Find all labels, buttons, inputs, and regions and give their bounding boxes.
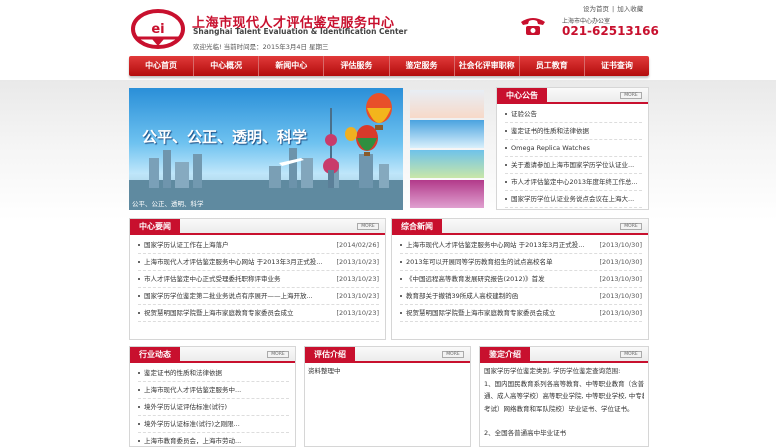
list-item[interactable]: 境外学历认证标准(试行)之刚限... bbox=[138, 416, 289, 433]
list-item[interactable]: Omega Replica Watches bbox=[505, 140, 642, 157]
main-nav: 中心首页 中心概况 新闻中心 评估服务 鉴定服务 社会化评审职称 员工教育 证书… bbox=[129, 56, 649, 76]
list-item[interactable]: 市人才评估鉴定中心2013年度年终工作总... bbox=[505, 174, 642, 191]
general-news-title: 综合新闻 bbox=[392, 219, 442, 235]
center-news-more-button[interactable]: MORE bbox=[357, 223, 379, 230]
identification-panel: 鉴定介绍 MORE 国家学历学位鉴定类别, 学历学位鉴定查询范围: 1、国内国民教… bbox=[479, 346, 649, 447]
list-item[interactable]: 鉴定证书的性质和法律依据 bbox=[505, 123, 642, 140]
nav-item-news[interactable]: 新闻中心 bbox=[259, 56, 325, 76]
identification-title: 鉴定介绍 bbox=[480, 347, 530, 363]
notice-more-button[interactable]: MORE bbox=[620, 92, 642, 99]
banner-slogan: 公平、公正、透明、科学 bbox=[142, 128, 308, 146]
list-item[interactable]: 关于邀请参加上海市国家学历学位认证业... bbox=[505, 157, 642, 174]
notice-panel: 中心公告 MORE 证验公告 鉴定证书的性质和法律依据 Omega Replica… bbox=[496, 87, 649, 210]
list-item[interactable]: 2013年可以开展同等学历教育招生的试点高校名单 [2013/10/30] bbox=[400, 254, 642, 271]
list-item[interactable]: 上海市现代人才评估鉴定服务中心网站 于2013年3月正式投... [2013/10… bbox=[138, 254, 379, 271]
list-item[interactable]: 祝贺慧明国际学院暨上海市家庭教育专家委员会成立 [2013/10/30] bbox=[400, 305, 642, 322]
list-item[interactable]: 证验公告 bbox=[505, 106, 642, 123]
nav-item-home[interactable]: 中心首页 bbox=[129, 56, 195, 76]
general-news-panel: 综合新闻 MORE 上海市现代人才评估鉴定服务中心网站 于2013年3月正式投..… bbox=[391, 218, 649, 340]
city-skyline-image bbox=[129, 93, 403, 210]
set-homepage-link[interactable]: 设为首页 bbox=[583, 5, 609, 13]
banner-caption: 公平、公正、透明、科学 bbox=[132, 200, 204, 208]
list-item[interactable]: 祝贺慧明国际学院暨上海市家庭教育专家委员会成立 [2013/10/23] bbox=[138, 305, 379, 322]
center-news-panel: 中心要闻 MORE 国家学历认证工作在上海落户 [2014/02/26] 上海市现代… bbox=[129, 218, 386, 340]
list-item[interactable]: 国家学历学位鉴定第二批业务说点有序展开——上海开放... [2013/10/23] bbox=[138, 288, 379, 305]
nav-item-title-review[interactable]: 社会化评审职称 bbox=[455, 56, 520, 76]
list-item[interactable]: 上海市教育委员会，上海市劳动... bbox=[138, 433, 289, 447]
evaluation-more-button[interactable]: MORE bbox=[442, 351, 464, 358]
logo-icon: ei bbox=[131, 9, 185, 49]
top-links: 设为首页 | 加入收藏 bbox=[583, 5, 644, 13]
list-item[interactable]: 上海市现代人才评估鉴定服务中... bbox=[138, 382, 289, 399]
notice-title: 中心公告 bbox=[497, 88, 547, 104]
identification-more-button[interactable]: MORE bbox=[620, 351, 642, 358]
list-item[interactable]: 教育部关于撤销39所成人高校建制的函 [2013/10/30] bbox=[400, 288, 642, 305]
industry-panel: 行业动态 MORE 鉴定证书的性质和法律依据 上海市现代人才评估鉴定服务中... … bbox=[129, 346, 296, 447]
nav-item-certificate[interactable]: 证书查询 bbox=[585, 56, 649, 76]
evaluation-title: 评估介绍 bbox=[305, 347, 355, 363]
nav-item-overview[interactable]: 中心概况 bbox=[194, 56, 260, 76]
list-item[interactable]: 鉴定证书的性质和法律依据 bbox=[138, 365, 289, 382]
svg-text:ei: ei bbox=[151, 22, 164, 37]
phone-number: 021-62513166 bbox=[562, 24, 659, 38]
page: ei 上海市现代人才评估鉴定服务中心 Shanghai Talent Evalu… bbox=[0, 0, 776, 447]
welcome-date: 欢迎光临! 当前时间是：2015年3月4日 星期三 bbox=[193, 43, 329, 51]
list-item[interactable]: 《中国远程高等教育发展研究报告(2012)》首发 [2013/10/30] bbox=[400, 271, 642, 288]
evaluation-panel: 评估介绍 MORE 资料整理中 bbox=[304, 346, 471, 447]
list-item[interactable]: 境外学历认证评估标准(试行) bbox=[138, 399, 289, 416]
industry-more-button[interactable]: MORE bbox=[267, 351, 289, 358]
thumbnail-3[interactable] bbox=[410, 150, 484, 178]
phone-icon bbox=[521, 18, 545, 35]
list-item[interactable]: 市人才评估鉴定中心正式受理委托职称评审业务 [2013/10/23] bbox=[138, 271, 379, 288]
thumbnail-1[interactable] bbox=[410, 90, 484, 118]
general-news-more-button[interactable]: MORE bbox=[620, 223, 642, 230]
list-item[interactable]: 上海市现代人才评估鉴定服务中心网站 于2013年3月正式投... [2013/10… bbox=[400, 237, 642, 254]
banner-thumbnails bbox=[410, 88, 490, 210]
center-news-title: 中心要闻 bbox=[130, 219, 180, 235]
identification-text: 国家学历学位鉴定类别, 学历学位鉴定查询范围: 1、国内国民教育系列各高等教育、… bbox=[484, 367, 644, 437]
thumbnail-2[interactable] bbox=[410, 120, 484, 148]
banner-slideshow[interactable]: 公平、公正、透明、科学 公平、公正、透明、科学 bbox=[129, 88, 403, 210]
industry-title: 行业动态 bbox=[130, 347, 180, 363]
site-title-en: Shanghai Talent Evaluation & Identificat… bbox=[193, 27, 408, 36]
add-favorite-link[interactable]: 加入收藏 bbox=[617, 5, 643, 13]
thumbnail-4[interactable] bbox=[410, 180, 484, 208]
list-item[interactable]: 国家学历认证工作在上海落户 [2014/02/26] bbox=[138, 237, 379, 254]
nav-item-education[interactable]: 员工教育 bbox=[520, 56, 585, 76]
list-item[interactable]: 国家学历学位认证业务说点会议在上海大... bbox=[505, 191, 642, 208]
nav-item-identification[interactable]: 鉴定服务 bbox=[390, 56, 455, 76]
nav-item-evaluation[interactable]: 评估服务 bbox=[324, 56, 390, 76]
evaluation-text: 资料整理中 bbox=[308, 367, 341, 375]
